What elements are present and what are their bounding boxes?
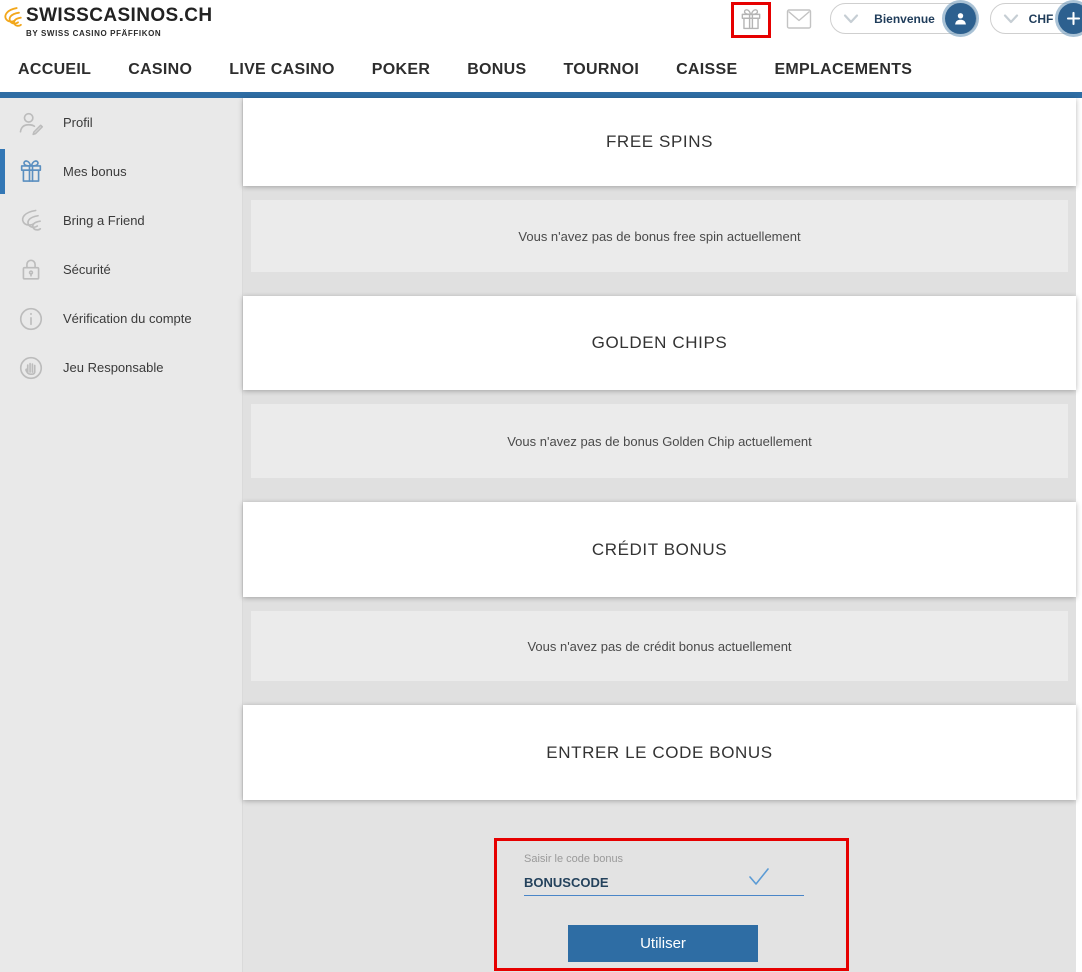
logo[interactable]: SWISSCASINOS.CH BY SWISS CASINO PFÄFFIKO… (2, 5, 213, 38)
logo-subtitle: BY SWISS CASINO PFÄFFIKON (26, 29, 162, 38)
chevron-down-icon (843, 13, 859, 23)
nav-bonus[interactable]: BONUS (467, 61, 526, 79)
account-menu[interactable]: Bienvenue (830, 3, 977, 34)
section-credit-bonus: CRÉDIT BONUS (243, 502, 1076, 597)
section-title: FREE SPINS (605, 132, 714, 151)
account-sidebar: Profil Mes bonus Bring a Friend Sécurité… (0, 98, 243, 972)
sidebar-item-jeu-responsable[interactable]: Jeu Responsable (0, 343, 242, 392)
empty-state-box: Vous n'avez pas de crédit bonus actuelle… (251, 611, 1068, 681)
swirl-icon (17, 207, 45, 235)
empty-state-message: Vous n'avez pas de crédit bonus actuelle… (527, 638, 792, 654)
empty-state-message: Vous n'avez pas de bonus free spin actue… (518, 228, 801, 244)
swisscasinos-swirl-icon (4, 7, 22, 27)
nav-casino[interactable]: CASINO (128, 61, 192, 79)
section-free-spins: FREE SPINS (243, 98, 1076, 186)
bonus-code-form-area: Saisir le code bonus Utiliser (243, 800, 1076, 972)
gift-icon (17, 158, 45, 186)
main-nav: ACCUEIL CASINO LIVE CASINO POKER BONUS T… (0, 48, 1082, 92)
empty-state-box: Vous n'avez pas de bonus free spin actue… (251, 200, 1068, 272)
section-credit-bonus-body: Vous n'avez pas de crédit bonus actuelle… (243, 597, 1076, 705)
logo-title: SWISSCASINOS.CH (26, 5, 213, 26)
balance-menu[interactable]: CHF (990, 3, 1082, 34)
nav-tournoi[interactable]: TOURNOI (563, 61, 639, 79)
responsible-gaming-hand-icon (17, 354, 45, 382)
section-free-spins-body: Vous n'avez pas de bonus free spin actue… (243, 186, 1076, 296)
sidebar-label: Jeu Responsable (63, 360, 164, 375)
user-icon (955, 13, 966, 25)
nav-poker[interactable]: POKER (372, 61, 430, 79)
info-icon (17, 305, 45, 333)
sidebar-item-securite[interactable]: Sécurité (0, 245, 242, 294)
nav-accueil[interactable]: ACCUEIL (18, 61, 91, 79)
valid-checkmark-icon (749, 868, 769, 885)
sidebar-label: Mes bonus (63, 164, 127, 179)
nav-emplacements[interactable]: EMPLACEMENTS (774, 61, 912, 79)
section-title: GOLDEN CHIPS (591, 333, 728, 352)
chevron-down-icon (1003, 13, 1019, 23)
sidebar-item-bring-a-friend[interactable]: Bring a Friend (0, 196, 242, 245)
sidebar-label: Profil (63, 115, 93, 130)
section-title: CRÉDIT BONUS (591, 539, 728, 559)
bonus-content: FREE SPINS Vous n'avez pas de bonus free… (243, 98, 1076, 972)
profile-icon (17, 109, 45, 137)
user-avatar-button[interactable] (945, 3, 976, 34)
sidebar-label: Bring a Friend (63, 213, 145, 228)
bonus-code-input-label: Saisir le code bonus (524, 853, 624, 865)
empty-state-box: Vous n'avez pas de bonus Golden Chip act… (251, 404, 1068, 478)
section-golden-chips-body: Vous n'avez pas de bonus Golden Chip act… (243, 390, 1076, 502)
bonus-code-highlight-box: Saisir le code bonus Utiliser (494, 838, 849, 971)
section-golden-chips: GOLDEN CHIPS (243, 296, 1076, 390)
empty-state-message: Vous n'avez pas de bonus Golden Chip act… (507, 433, 812, 449)
active-indicator (0, 149, 5, 194)
use-bonus-code-button[interactable]: Utiliser (568, 925, 758, 962)
nav-live-casino[interactable]: LIVE CASINO (229, 61, 335, 79)
mail-icon[interactable] (786, 8, 812, 30)
plus-icon (1066, 11, 1081, 26)
sidebar-item-profil[interactable]: Profil (0, 98, 242, 147)
section-title: ENTRER LE CODE BONUS (546, 742, 773, 762)
gift-icon (741, 9, 761, 30)
page: SWISSCASINOS.CH BY SWISS CASINO PFÄFFIKO… (0, 0, 1082, 972)
deposit-button[interactable] (1058, 3, 1082, 34)
nav-caisse[interactable]: CAISSE (676, 61, 737, 79)
bonus-gift-highlight-box[interactable] (731, 2, 771, 38)
section-enter-bonus-code: ENTRER LE CODE BONUS (243, 705, 1076, 800)
sidebar-label: Vérification du compte (63, 311, 192, 326)
sidebar-item-mes-bonus[interactable]: Mes bonus (0, 147, 242, 196)
sidebar-label: Sécurité (63, 262, 111, 277)
sidebar-item-verification-du-compte[interactable]: Vérification du compte (0, 294, 242, 343)
lock-icon (17, 256, 45, 284)
